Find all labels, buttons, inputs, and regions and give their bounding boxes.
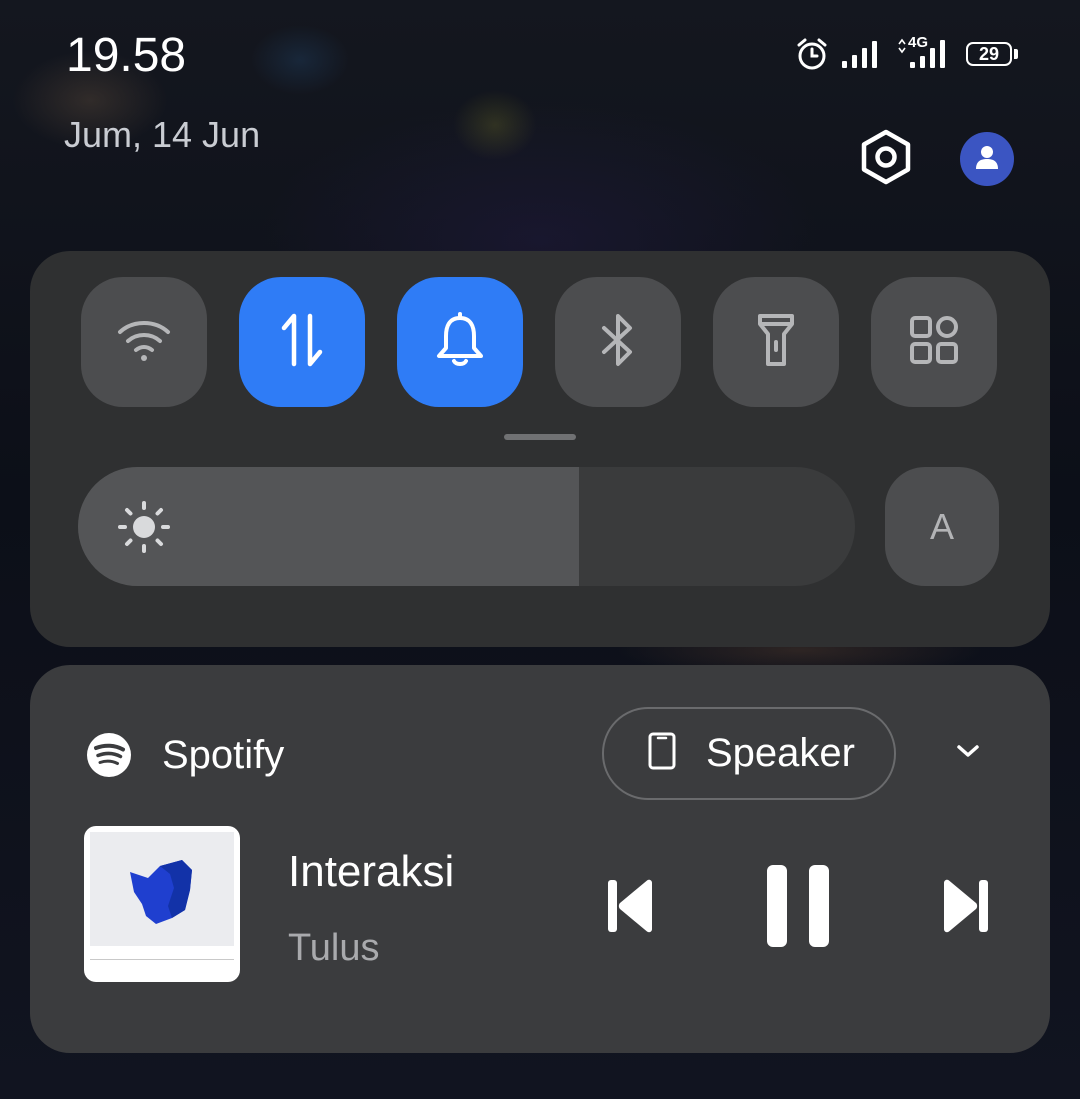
alarm-icon [796,37,828,71]
output-device-button[interactable]: Speaker [602,707,896,800]
chevron-down-icon [956,743,980,764]
track-title: Interaksi [288,847,455,896]
panel-drag-handle[interactable] [504,434,576,440]
mobile-data-tile[interactable] [239,277,365,407]
data-transfer-icon [278,312,326,373]
settings-button[interactable] [858,129,914,190]
quick-settings-panel: A [30,251,1050,647]
sound-tile[interactable] [397,277,523,407]
status-time: 19.58 [66,29,187,82]
phone-icon [648,732,676,775]
more-tile[interactable] [871,277,997,407]
next-track-button[interactable] [936,873,996,943]
profile-icon [974,144,1000,175]
bell-icon [433,311,487,373]
bluetooth-tile[interactable] [555,277,681,407]
media-app-name: Spotify [162,733,285,777]
next-icon [942,878,990,939]
date-label: Jum, 14 Jun [64,114,261,155]
profile-button[interactable] [960,132,1014,186]
bluetooth-icon [598,312,638,373]
media-player-card: Spotify Speaker Interaksi Tulus [30,665,1050,1053]
flashlight-tile[interactable] [713,277,839,407]
grid-icon [909,315,959,370]
output-device-label: Speaker [706,731,855,775]
settings-icon [859,129,913,190]
signal-icon [842,39,882,69]
battery-level: 29 [966,42,1012,66]
wifi-tile[interactable] [81,277,207,407]
brightness-slider[interactable] [78,467,855,586]
spotify-icon [86,732,132,783]
battery-icon: 29 [966,40,1020,68]
status-icons: 4G 29 [796,34,1020,74]
pause-icon [767,864,829,952]
pause-button[interactable] [760,863,836,953]
album-art [84,826,240,982]
previous-icon [606,878,654,939]
wifi-icon [117,318,171,367]
sun-icon [118,501,170,558]
signal-4g-icon: 4G [896,34,952,70]
previous-track-button[interactable] [600,873,660,943]
auto-brightness-button[interactable]: A [885,467,999,586]
expand-media-button[interactable] [950,737,986,769]
track-artist: Tulus [288,927,380,969]
flashlight-icon [756,312,796,373]
